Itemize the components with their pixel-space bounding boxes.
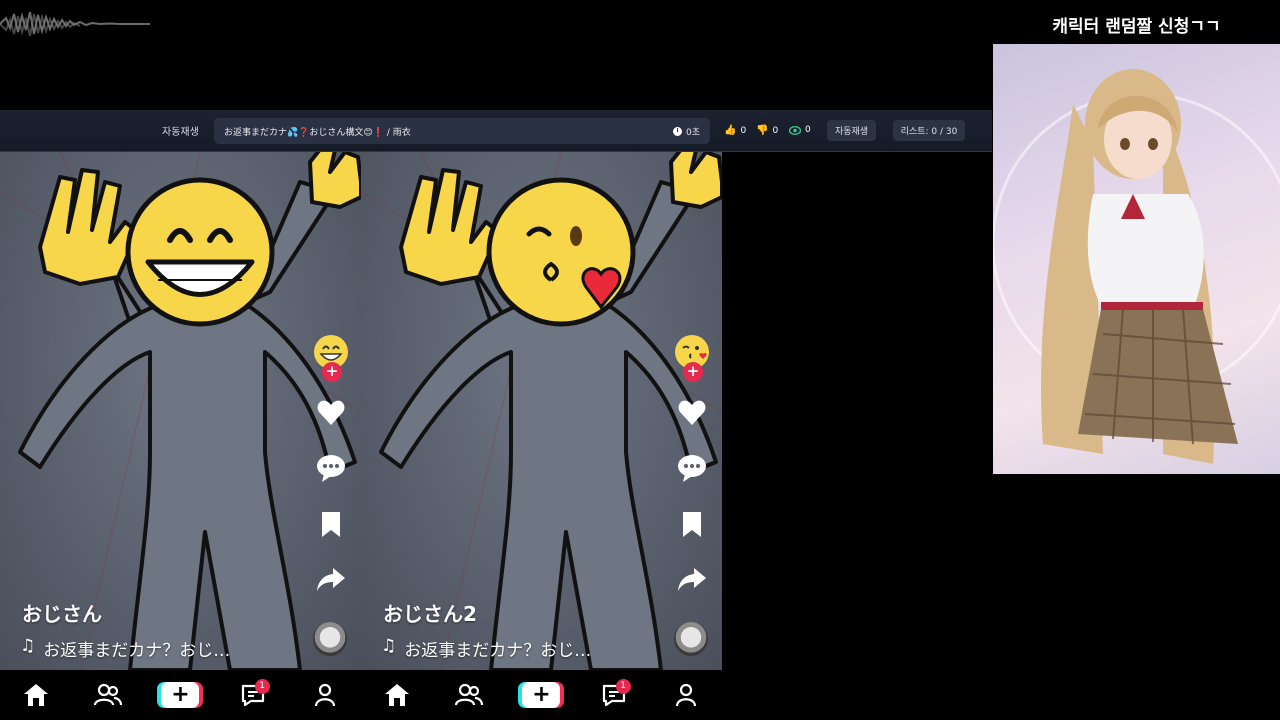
- now-playing-text: お返事まだカナ💦❓おじさん構文😊❗ / 雨衣: [224, 127, 411, 138]
- share-icon[interactable]: [677, 564, 707, 594]
- profile-tab[interactable]: [666, 680, 706, 710]
- home-icon: [385, 684, 410, 706]
- dancing-figure-illustration: [18, 152, 361, 670]
- video-song[interactable]: ♫ お返事まだカナ？おじ…: [20, 636, 230, 661]
- friends-icon: [455, 683, 484, 706]
- bottom-nav-1: + 1: [0, 670, 361, 720]
- dislike-count[interactable]: 👎 0: [756, 125, 778, 136]
- thumbs-down-icon: 👎: [756, 125, 769, 136]
- heart-icon[interactable]: [316, 398, 346, 428]
- inbox-tab[interactable]: 1: [233, 679, 273, 710]
- elapsed-time-value: 0초: [685, 127, 700, 138]
- anime-character-illustration: [993, 69, 1280, 464]
- create-tab[interactable]: +: [521, 680, 561, 710]
- comment-icon[interactable]: [677, 453, 707, 483]
- friends-icon: [94, 683, 123, 706]
- comment-icon[interactable]: [316, 453, 346, 483]
- video-panel-1[interactable]: + おじさん ♫ お返事まだカナ？おじ…: [0, 152, 361, 670]
- eye-icon: [789, 125, 801, 135]
- home-icon: [24, 684, 49, 706]
- profile-icon: [314, 683, 335, 707]
- creator-avatar[interactable]: +: [674, 334, 710, 382]
- inbox-tab[interactable]: 1: [594, 679, 634, 710]
- player-toolbar: 자동재생 お返事まだカナ💦❓おじさん構文😊❗ / 雨衣 0초 👍 0 👎 0 0…: [0, 110, 992, 152]
- bookmark-icon[interactable]: [316, 509, 346, 539]
- profile-icon: [675, 683, 696, 707]
- clock-icon: [672, 126, 682, 136]
- create-plus-icon: +: [161, 682, 200, 708]
- inbox-badge: 1: [615, 679, 631, 694]
- song-title: お返事まだカナ？おじ…: [404, 641, 592, 661]
- elapsed-time: 0초: [672, 125, 700, 138]
- character-image: [993, 44, 1280, 474]
- autoplay-button[interactable]: 자동재생: [827, 120, 876, 141]
- audio-waveform: [0, 11, 150, 37]
- friends-tab[interactable]: [449, 680, 489, 710]
- view-count: 0: [789, 125, 811, 135]
- music-note-icon: ♫: [381, 636, 397, 656]
- request-banner: 캐릭터 랜덤짤 신청ㄱㄱ: [1052, 17, 1221, 37]
- bottom-nav-2: + 1: [361, 670, 722, 720]
- playlist-button[interactable]: 리스트: 0 / 30: [893, 120, 965, 141]
- like-count-value: 0: [740, 125, 747, 136]
- autoplay-label: 자동재생: [162, 127, 199, 138]
- heart-icon[interactable]: [677, 398, 707, 428]
- friends-tab[interactable]: [88, 680, 128, 710]
- video-username[interactable]: おじさん2: [383, 598, 477, 627]
- home-tab[interactable]: [377, 680, 417, 710]
- create-plus-icon: +: [522, 682, 561, 708]
- song-title: お返事まだカナ？おじ…: [43, 641, 231, 661]
- action-column-2: +: [674, 334, 710, 591]
- bookmark-icon[interactable]: [677, 509, 707, 539]
- thumbs-up-icon: 👍: [724, 125, 737, 136]
- follow-plus-icon[interactable]: +: [683, 362, 703, 382]
- profile-tab[interactable]: [305, 680, 345, 710]
- music-note-icon: ♫: [20, 636, 36, 656]
- music-disc-icon[interactable]: [313, 622, 347, 656]
- dancing-figure-illustration: [379, 152, 722, 670]
- video-panel-2[interactable]: + おじさん2 ♫ お返事まだカナ？おじ…: [361, 152, 722, 670]
- follow-plus-icon[interactable]: +: [322, 362, 342, 382]
- video-song[interactable]: ♫ お返事まだカナ？おじ…: [381, 636, 591, 661]
- home-tab[interactable]: [16, 680, 56, 710]
- view-count-value: 0: [805, 125, 811, 135]
- inbox-badge: 1: [254, 679, 270, 694]
- share-icon[interactable]: [316, 564, 346, 594]
- like-count[interactable]: 👍 0: [724, 125, 746, 136]
- create-tab[interactable]: +: [160, 680, 200, 710]
- creator-avatar[interactable]: +: [313, 334, 349, 382]
- video-username[interactable]: おじさん: [22, 598, 102, 627]
- action-column-1: +: [313, 334, 349, 591]
- dislike-count-value: 0: [772, 125, 779, 136]
- music-disc-icon[interactable]: [674, 622, 708, 656]
- now-playing-title: お返事まだカナ💦❓おじさん構文😊❗ / 雨衣 0초: [214, 118, 710, 144]
